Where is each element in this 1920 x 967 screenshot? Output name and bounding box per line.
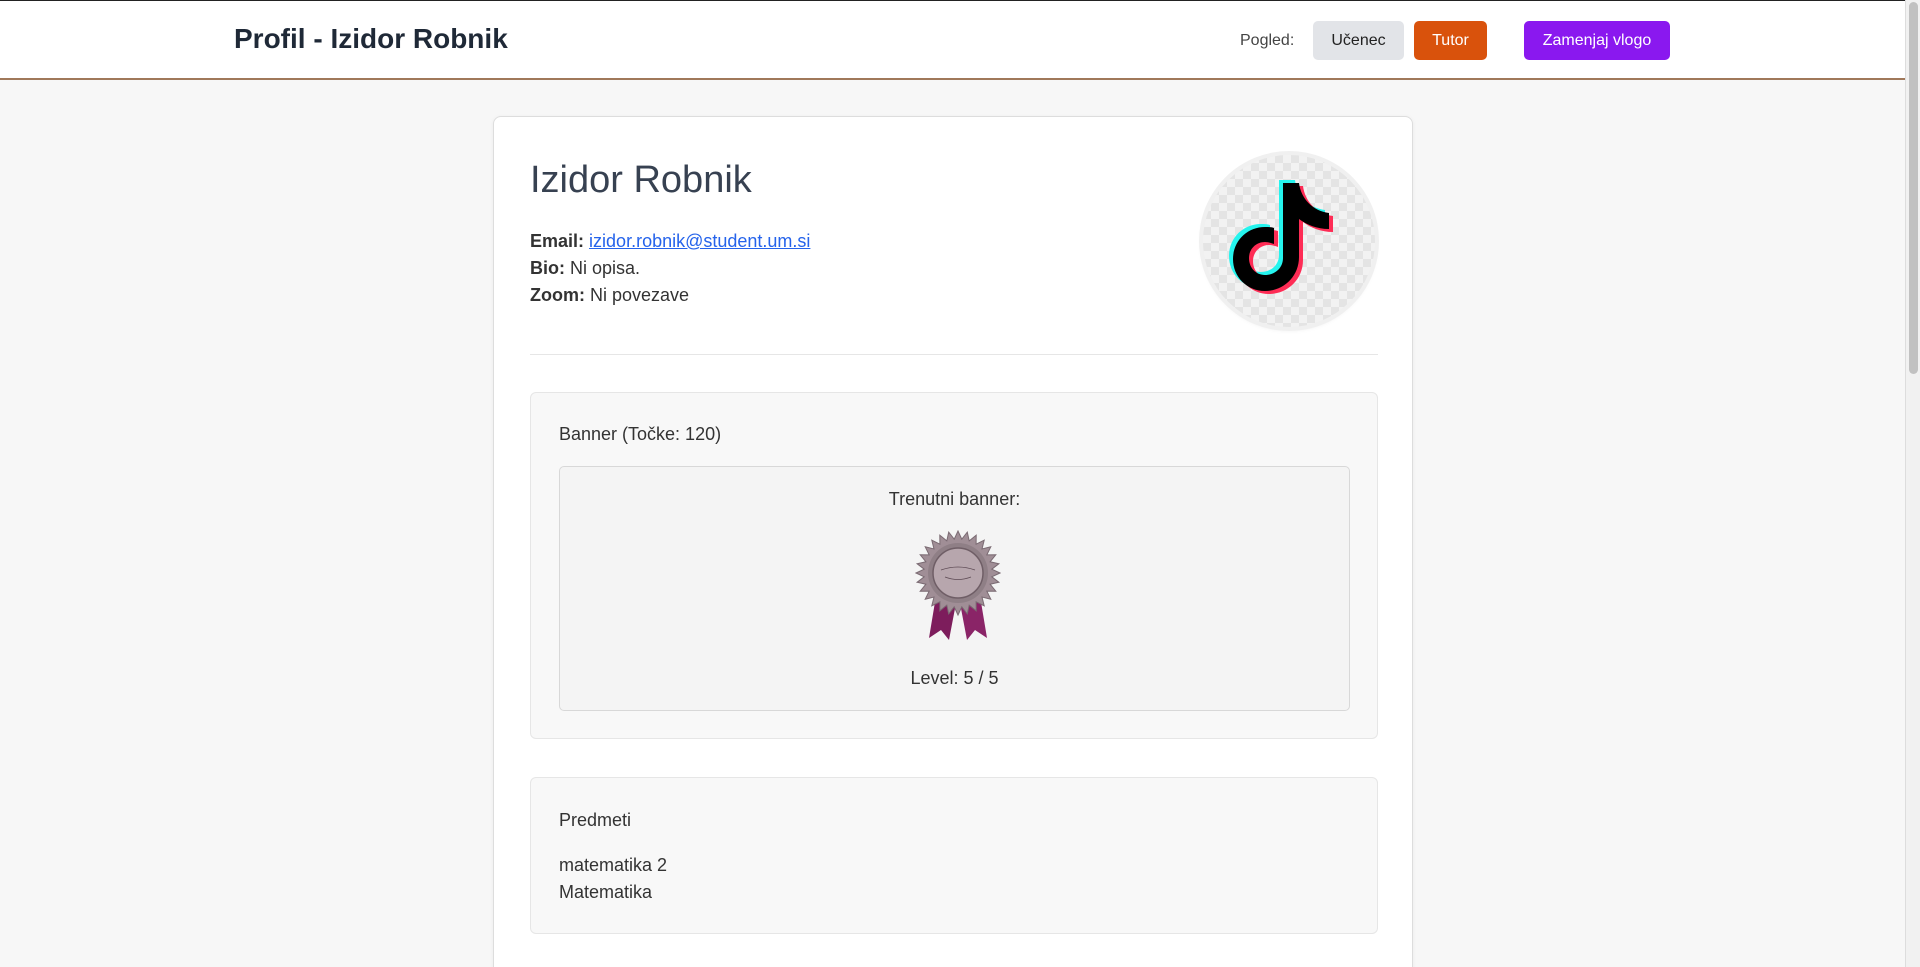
bio-value: Ni opisa.	[570, 258, 641, 278]
banner-section: Banner (Točke: 120) Trenutni banner: Lev…	[530, 392, 1378, 739]
zoom-row: Zoom: Ni povezave	[530, 285, 689, 306]
current-banner-box: Trenutni banner: Level: 5 / 5	[559, 466, 1350, 711]
subject-item: Matematika	[559, 882, 653, 902]
email-link[interactable]: izidor.robnik@student.um.si	[589, 231, 810, 251]
view-label: Pogled:	[1240, 32, 1295, 49]
top-header: Profil - Izidor Robnik Pogled: Učenec Tu…	[0, 0, 1905, 80]
bio-label: Bio:	[530, 258, 565, 278]
profile-name: Izidor Robnik	[530, 159, 752, 201]
subjects-section: Predmeti matematika 2 Matematika	[530, 777, 1378, 934]
email-row: Email: izidor.robnik@student.um.si	[530, 231, 810, 252]
zoom-label: Zoom:	[530, 285, 585, 305]
divider	[530, 354, 1378, 355]
page-scrollbar[interactable]	[1905, 0, 1920, 967]
bio-row: Bio: Ni opisa.	[530, 258, 640, 279]
email-label: Email:	[530, 231, 585, 251]
avatar	[1203, 155, 1375, 327]
subject-item: matematika 2	[559, 855, 668, 875]
switch-role-button[interactable]: Zamenjaj vlogo	[1524, 21, 1670, 60]
profile-card: Izidor Robnik Email: izidor.robnik@stude…	[493, 116, 1413, 967]
current-banner-label: Trenutni banner:	[888, 489, 1021, 509]
tutor-view-button[interactable]: Tutor	[1414, 21, 1487, 60]
banner-title: Banner (Točke: 120)	[559, 424, 722, 444]
page-title: Profil - Izidor Robnik	[234, 23, 508, 54]
award-rosette-icon	[915, 530, 1001, 640]
banner-level: Level: 5 / 5	[910, 668, 999, 688]
subjects-title: Predmeti	[559, 810, 632, 830]
zoom-value: Ni povezave	[590, 285, 690, 305]
scrollbar-thumb[interactable]	[1909, 2, 1918, 374]
tiktok-logo-icon	[1229, 180, 1333, 294]
student-view-button[interactable]: Učenec	[1313, 21, 1404, 60]
